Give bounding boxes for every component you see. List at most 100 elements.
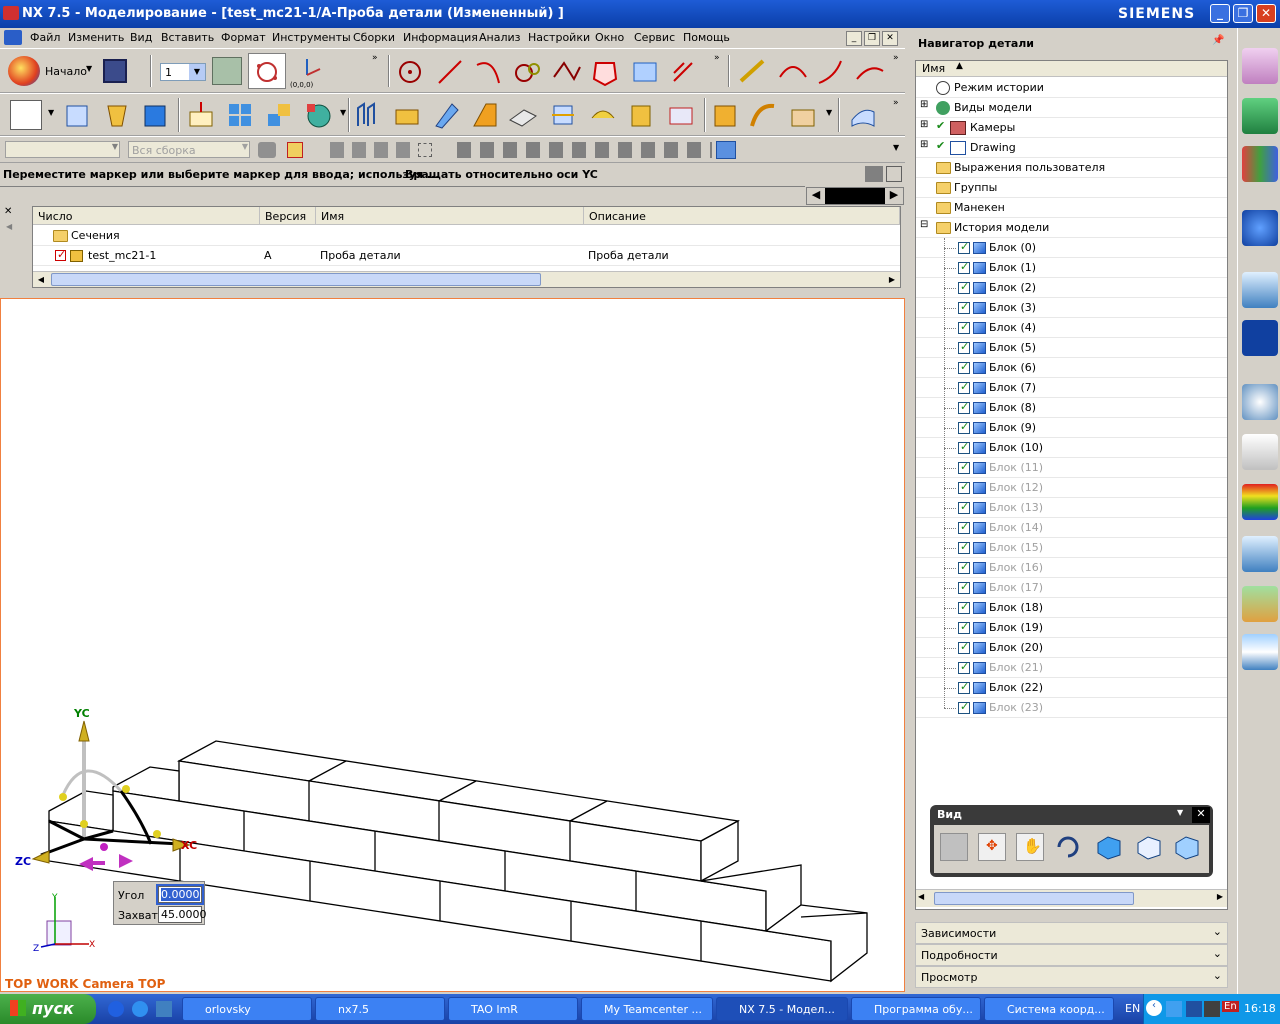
selection-bar-dropdown-icon[interactable]: ▼ [893, 143, 899, 152]
toolbar-overflow-icon-4[interactable]: » [893, 98, 899, 108]
feature-checkbox[interactable] [958, 680, 970, 694]
snap-input[interactable]: 45.0000 [158, 906, 207, 923]
swept-icon[interactable] [710, 100, 740, 130]
task-teamcenter[interactable]: My Teamcenter ... [581, 997, 713, 1021]
feature-checkbox[interactable] [958, 400, 970, 414]
snap-point-icons[interactable] [457, 142, 712, 158]
menu-file[interactable]: Файл [30, 31, 60, 44]
reset-filter-icon[interactable] [258, 142, 276, 158]
offset-face-icon[interactable] [588, 100, 618, 130]
cue-scrollbar[interactable]: ◀ ▶ [806, 187, 904, 205]
tray-display-icon[interactable] [1186, 1001, 1202, 1017]
process-studio-icon[interactable] [1242, 536, 1278, 572]
feature-checkbox[interactable] [958, 240, 970, 254]
subtract-icon[interactable] [303, 100, 333, 130]
tree-item-feature[interactable]: Блок (22) [916, 678, 1227, 698]
tree-item-history[interactable]: Режим истории [916, 78, 1227, 98]
chevron-down-icon[interactable]: ⌄ [1213, 947, 1222, 960]
tree-item-feature[interactable]: Блок (8) [916, 398, 1227, 418]
expand-icon[interactable]: ⊞ [920, 119, 928, 130]
through-curves-icon[interactable] [748, 100, 778, 130]
feature-checkbox[interactable] [958, 640, 970, 654]
col-name[interactable]: Имя [316, 207, 584, 225]
feature-checkbox[interactable] [958, 460, 970, 474]
shaded-view-icon[interactable] [1094, 833, 1122, 861]
ie-icon[interactable] [132, 1001, 148, 1017]
expand-icon[interactable]: ⊞ [920, 99, 928, 110]
type-filter-select[interactable]: ▼ [5, 141, 120, 158]
assembly-navigator-tab-icon[interactable] [1242, 48, 1278, 84]
toolbar-overflow-icon-3[interactable]: » [893, 53, 899, 63]
pin-icon[interactable]: 📌 [1212, 35, 1224, 46]
layer-select[interactable]: 1 ▼ [160, 63, 206, 81]
save-icon[interactable] [103, 59, 127, 83]
revolve-icon[interactable] [102, 100, 132, 130]
start-button[interactable]: пуск [0, 994, 96, 1024]
feature-checkbox[interactable] [958, 360, 970, 374]
maximize-button[interactable]: ❐ [1233, 4, 1253, 23]
section-preview[interactable]: Просмотр ⌄ [915, 966, 1228, 988]
rotate-icon[interactable] [1054, 833, 1082, 861]
task-coordinate-system[interactable]: Система коорд... [984, 997, 1114, 1021]
menu-service[interactable]: Сервис [634, 31, 675, 44]
scroll-right-icon[interactable]: ▶ [884, 272, 900, 287]
menu-information[interactable]: Информация [403, 31, 478, 44]
menu-preferences[interactable]: Настройки [528, 31, 590, 44]
fit-view-icon[interactable] [940, 833, 968, 861]
polygon-icon[interactable] [590, 57, 620, 87]
menu-edit[interactable]: Изменить [68, 31, 124, 44]
tree-item-mannequin[interactable]: Манекен [916, 198, 1227, 218]
block-icon[interactable] [140, 100, 170, 130]
wcs-dynamic-icon[interactable] [248, 53, 286, 89]
tree-item-feature[interactable]: Блок (15) [916, 538, 1227, 558]
system-scenes-icon[interactable] [1242, 634, 1278, 670]
quick-pick-icon[interactable] [716, 141, 736, 159]
tree-item-drawing[interactable]: ⊞ ✔ Drawing [916, 138, 1227, 158]
assembly-filter-dropdown-icon[interactable]: ▼ [242, 142, 248, 151]
tree-item-feature[interactable]: Блок (2) [916, 278, 1227, 298]
collapse-icon[interactable]: ⊟ [920, 219, 928, 230]
scroll-left-icon[interactable]: ◀ [807, 188, 825, 204]
studio-spline-icon[interactable] [552, 57, 582, 87]
graphics-window[interactable]: YC XC ZC Y X Z Угол 0.0000 Захват 45.000… [0, 298, 905, 992]
feature-checkbox[interactable] [958, 660, 970, 674]
part-navigator-tree[interactable]: Имя ▲ Режим истории ⊞ Виды модели ⊞ ✔ Камер… [915, 60, 1228, 910]
tree-item-groups[interactable]: Группы [916, 178, 1227, 198]
feature-checkbox[interactable] [958, 440, 970, 454]
tree-h-scrollbar[interactable]: ◀ ▶ [916, 889, 1227, 907]
shell-icon[interactable] [354, 100, 384, 130]
section-dependencies[interactable]: Зависимости ⌄ [915, 922, 1228, 944]
feature-checkbox[interactable] [958, 700, 970, 714]
web-browser-icon[interactable] [1242, 320, 1278, 356]
tray-lang-indicator[interactable]: En [1222, 1001, 1239, 1012]
menu-analysis[interactable]: Анализ [479, 31, 521, 44]
col-number[interactable]: Число [33, 207, 260, 225]
draft-icon[interactable] [392, 100, 422, 130]
assembly-filter-select[interactable]: Вся сборка ▼ [128, 141, 250, 158]
feature-checkbox[interactable] [958, 620, 970, 634]
task-tao-imr[interactable]: TAO ImR [448, 997, 578, 1021]
extract-geometry-icon[interactable] [848, 100, 878, 130]
feature-checkbox[interactable] [958, 260, 970, 274]
snap-point-icon[interactable] [287, 142, 303, 158]
cue-window-icon[interactable] [886, 166, 902, 182]
section-details[interactable]: Подробности ⌄ [915, 944, 1228, 966]
layer-settings-icon[interactable] [212, 57, 242, 85]
extrude-icon[interactable] [62, 100, 92, 130]
tree-item-feature[interactable]: Блок (12) [916, 478, 1227, 498]
split-body-icon[interactable] [548, 100, 578, 130]
feature-checkbox[interactable] [958, 560, 970, 574]
law-curve-icon[interactable] [630, 57, 660, 87]
sew-icon[interactable] [666, 100, 696, 130]
feature-checkbox[interactable] [958, 600, 970, 614]
zoom-icon[interactable]: ✥ [978, 833, 1006, 861]
feature-checkbox[interactable] [958, 580, 970, 594]
tree-header[interactable]: Имя ▲ [916, 61, 1227, 77]
menu-window[interactable]: Окно [595, 31, 624, 44]
tree-item-feature[interactable]: Блок (7) [916, 378, 1227, 398]
feature-checkbox[interactable] [958, 300, 970, 314]
menu-view[interactable]: Вид [130, 31, 152, 44]
mdi-minimize-button[interactable]: _ [846, 31, 862, 46]
mdi-close-button[interactable]: ✕ [882, 31, 898, 46]
media-player-icon[interactable] [108, 1001, 124, 1017]
